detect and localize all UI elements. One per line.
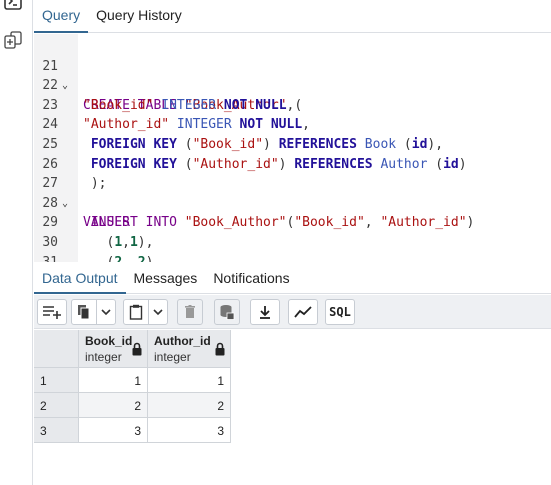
delete-icon xyxy=(185,305,195,318)
query-tool-window: { "tabs": [ {"label": "Query", "active":… xyxy=(0,0,551,485)
paste-options-button[interactable] xyxy=(148,299,168,325)
column-header-book-id[interactable]: Book_id integer xyxy=(79,330,148,368)
table-cell[interactable]: 1 xyxy=(148,368,231,393)
save-data-button[interactable] xyxy=(214,299,240,325)
paste-button[interactable] xyxy=(123,299,149,325)
table-row: 2 2 2 xyxy=(34,393,231,418)
code-line: 23 "Author_id" INTEGER NOT NULL, xyxy=(34,76,551,133)
save-data-icon xyxy=(220,305,235,320)
terminal-icon[interactable] xyxy=(4,0,22,10)
copy-dropdown-chevron-icon xyxy=(101,309,111,316)
code-line: 29 (1,1), xyxy=(34,194,551,250)
tab-data-output[interactable]: Data Output xyxy=(34,264,126,294)
row-number-header[interactable] xyxy=(34,330,79,368)
sql-icon: SQL xyxy=(329,305,351,319)
row-number[interactable]: 3 xyxy=(34,418,79,443)
lock-icon xyxy=(215,342,225,356)
table-cell[interactable]: 2 xyxy=(79,393,148,418)
code-line: 22 "Book_id" INTEGER NOT NULL, xyxy=(34,57,551,113)
code-line: 28 VALUES xyxy=(34,174,551,231)
left-tool-strip xyxy=(0,0,33,485)
delete-button[interactable] xyxy=(177,299,203,325)
sql-editor[interactable]: 21 ⌄ CREATE TABLE "Book_Author" ( 22 "Bo… xyxy=(34,34,551,262)
add-row-button[interactable] xyxy=(37,299,67,325)
code-line: 27 ⌄ INSERT INTO "Book_Author"("Book_id"… xyxy=(34,155,551,230)
row-number[interactable]: 1 xyxy=(34,368,79,393)
row-number[interactable]: 2 xyxy=(34,393,79,418)
code-line: 26 ); xyxy=(34,135,551,192)
code-line: 24 FOREIGN KEY ("Book_id") REFERENCES Bo… xyxy=(34,96,551,152)
tab-notifications[interactable]: Notifications xyxy=(205,264,297,294)
graph-visualiser-button[interactable] xyxy=(288,299,318,325)
sql-button[interactable]: SQL xyxy=(325,299,355,325)
table-cell[interactable]: 3 xyxy=(79,418,148,443)
empty-grid-area xyxy=(34,443,551,485)
table-row: 1 1 1 xyxy=(34,368,231,393)
table-row: 3 3 3 xyxy=(34,418,231,443)
copy-options-button[interactable] xyxy=(96,299,116,325)
tab-query[interactable]: Query xyxy=(34,0,89,33)
download-icon xyxy=(260,306,270,319)
table-cell[interactable]: 1 xyxy=(79,368,148,393)
code-line: 31 (3, 3); xyxy=(34,233,551,262)
table-cell[interactable]: 3 xyxy=(148,418,231,443)
column-header-author-id[interactable]: Author_id integer xyxy=(148,330,231,368)
data-output-toolbar: SQL xyxy=(34,295,551,329)
move-panel-icon[interactable] xyxy=(4,31,22,49)
code-line: 30 (2, 2), xyxy=(34,213,551,262)
download-button[interactable] xyxy=(250,299,280,325)
column-name: Book_id xyxy=(85,334,133,348)
paste-dropdown-chevron-icon xyxy=(153,309,163,316)
code-line: 21 ⌄ CREATE TABLE "Book_Author" ( xyxy=(34,37,551,113)
query-tabs: Query Query History xyxy=(34,0,551,33)
paste-icon xyxy=(129,304,143,320)
tab-query-history[interactable]: Query History xyxy=(88,0,190,33)
graph-visualiser-icon xyxy=(294,306,312,318)
add-row-icon xyxy=(43,306,61,319)
code-line: 25 FOREIGN KEY ("Author_id") REFERENCES … xyxy=(34,115,551,172)
code-line: 32 xyxy=(34,253,551,262)
table-cell[interactable]: 2 xyxy=(148,393,231,418)
column-name: Author_id xyxy=(154,334,211,348)
tab-messages[interactable]: Messages xyxy=(126,264,206,294)
output-tabs: Data Output Messages Notifications xyxy=(34,264,551,294)
lock-icon xyxy=(132,342,142,356)
copy-icon xyxy=(78,305,90,320)
column-type: integer xyxy=(154,350,191,364)
column-type: integer xyxy=(85,350,122,364)
copy-button[interactable] xyxy=(71,299,97,325)
